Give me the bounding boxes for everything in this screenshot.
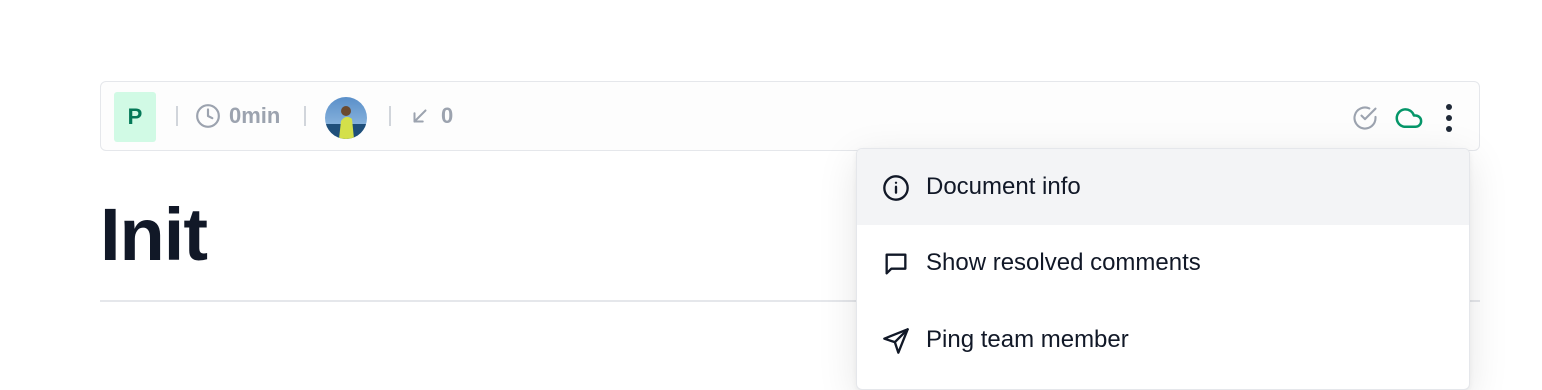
page-title[interactable]: Init [100, 192, 208, 278]
backlinks[interactable]: 0 [409, 100, 453, 132]
arrow-down-left-icon [409, 105, 431, 127]
menu-item-ping-team-member[interactable]: Ping team member [857, 302, 1469, 378]
menu-item-label: Ping team member [926, 326, 1129, 353]
comment-icon [882, 250, 910, 278]
project-badge[interactable]: P [114, 92, 156, 142]
document-options-menu: Document info Show resolved comments Pin… [856, 148, 1470, 390]
menu-item-document-info[interactable]: Document info [857, 149, 1469, 225]
more-vertical-icon[interactable] [1433, 102, 1465, 134]
menu-item-show-resolved-comments[interactable]: Show resolved comments [857, 225, 1469, 301]
send-icon [882, 327, 910, 355]
clock-icon [195, 103, 221, 129]
toolbar-divider [176, 106, 178, 126]
toolbar-divider [304, 106, 306, 126]
reading-time: 0min [195, 100, 280, 132]
toolbar-divider [389, 106, 391, 126]
backlinks-count: 0 [441, 103, 454, 128]
menu-item-label: Document info [926, 173, 1081, 200]
check-circle-icon[interactable] [1349, 102, 1381, 134]
cloud-icon[interactable] [1392, 102, 1424, 134]
menu-item-label: Show resolved comments [926, 249, 1201, 276]
document-toolbar: P 0min 0 [100, 81, 1480, 151]
avatar[interactable] [325, 97, 367, 139]
info-icon [882, 174, 910, 202]
reading-time-value: 0min [229, 103, 281, 128]
